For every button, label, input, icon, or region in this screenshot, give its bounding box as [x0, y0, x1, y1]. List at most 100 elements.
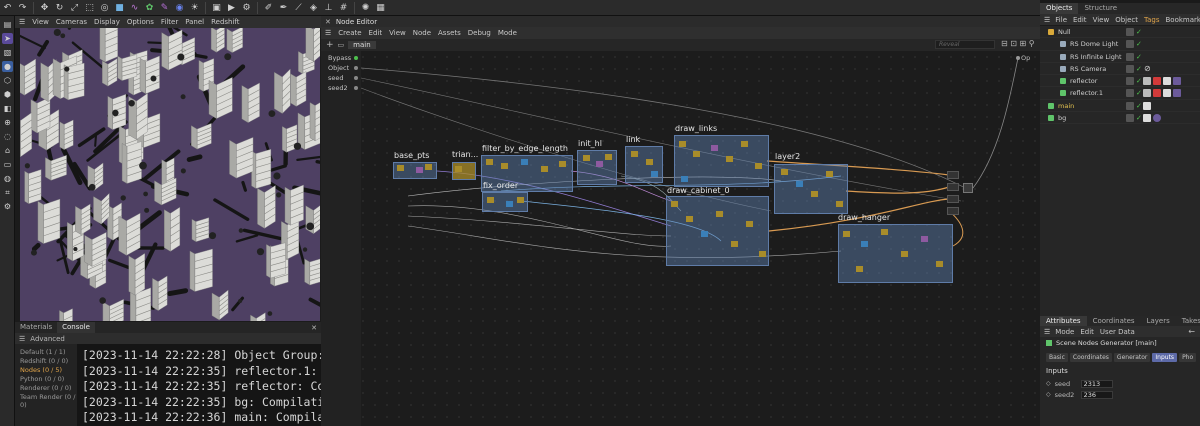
inner-node[interactable]: [881, 229, 888, 235]
inner-node[interactable]: [671, 201, 678, 207]
cube-icon[interactable]: ■: [113, 2, 126, 14]
numeric-icon[interactable]: #: [337, 2, 350, 14]
object-row-main[interactable]: main ✓: [1040, 100, 1200, 113]
move-icon[interactable]: ✥: [38, 2, 51, 14]
check-icon[interactable]: ✓: [1136, 38, 1142, 50]
object-row-rs-camera[interactable]: RS Camera ✓ ⊘: [1040, 63, 1200, 76]
inner-node[interactable]: [681, 176, 688, 182]
back-arrow-icon[interactable]: ←: [1188, 327, 1195, 336]
reveal-search-input[interactable]: Reveal: [935, 40, 995, 49]
ne-menu-create[interactable]: Create: [338, 29, 361, 37]
ne-menu-view[interactable]: View: [389, 29, 406, 37]
viewport-menu-view[interactable]: View: [32, 18, 49, 26]
arrow-icon[interactable]: ➤: [2, 33, 13, 44]
tab-console[interactable]: Console: [57, 322, 95, 333]
visibility-icon[interactable]: [1126, 28, 1134, 36]
ne-menu-edit[interactable]: Edit: [369, 29, 383, 37]
inner-node[interactable]: [425, 164, 432, 170]
console-output[interactable]: [2023-11-14 22:22:28] Object Group: [202…: [77, 344, 321, 426]
visibility-icon[interactable]: [1126, 77, 1134, 86]
menu-icon[interactable]: ☰: [19, 335, 25, 343]
field-icon[interactable]: ◉: [173, 2, 186, 14]
inner-node[interactable]: [506, 201, 513, 207]
subtab-coordinates[interactable]: Coordinates: [1069, 352, 1112, 362]
material-tag-icon[interactable]: [1153, 77, 1161, 86]
tab-objects[interactable]: Objects: [1040, 3, 1079, 14]
tag-icon[interactable]: [1163, 77, 1171, 86]
inner-node[interactable]: [686, 216, 693, 222]
sculpt-icon[interactable]: ✒: [277, 2, 290, 14]
tab-attributes[interactable]: Attributes: [1040, 316, 1087, 326]
protection-tag-icon[interactable]: ⊘: [1144, 63, 1151, 75]
check-icon[interactable]: ✓: [1136, 63, 1142, 75]
check-icon[interactable]: ✓: [1136, 51, 1142, 63]
subtab-photo[interactable]: Pho: [1179, 352, 1197, 362]
tab-coordinates[interactable]: Coordinates: [1087, 316, 1141, 326]
points-mode-icon[interactable]: ●: [2, 61, 13, 72]
inner-node[interactable]: [781, 169, 788, 175]
tab-takes[interactable]: Takes: [1176, 316, 1200, 326]
object-row-reflector-1[interactable]: reflector.1 ✓: [1040, 87, 1200, 100]
deformer-icon[interactable]: ✎: [158, 2, 171, 14]
merge-node[interactable]: [947, 183, 959, 191]
node-group-draw-links[interactable]: [674, 135, 769, 187]
output-port[interactable]: [1016, 56, 1020, 60]
ne-menu-assets[interactable]: Assets: [438, 29, 461, 37]
inner-node[interactable]: [856, 266, 863, 272]
visibility-icon[interactable]: [1126, 89, 1134, 98]
model-mode-icon[interactable]: ▤: [2, 19, 13, 30]
object-row-rs-infinite-light[interactable]: RS Infinite Light ✓: [1040, 51, 1200, 63]
brush-icon[interactable]: ✐: [262, 2, 275, 14]
node-graph-canvas[interactable]: base_pts trian... filter_by_edge_length …: [321, 51, 1040, 426]
inner-node[interactable]: [811, 191, 818, 197]
subtab-inputs[interactable]: Inputs: [1152, 352, 1178, 362]
inner-node[interactable]: [843, 231, 850, 237]
solo-icon[interactable]: ◍: [2, 173, 13, 184]
axis-mode-icon[interactable]: ⊕: [2, 117, 13, 128]
objects-menu-file[interactable]: File: [1055, 16, 1067, 24]
material-tag-icon[interactable]: [1153, 114, 1161, 123]
undo-icon[interactable]: ↶: [1, 2, 14, 14]
ne-menu-node[interactable]: Node: [413, 29, 431, 37]
objects-menu-tags[interactable]: Tags: [1144, 16, 1160, 24]
inner-node[interactable]: [397, 165, 404, 171]
generator-icon[interactable]: ✿: [143, 2, 156, 14]
console-category[interactable]: Redshift (0 / 0): [20, 357, 77, 365]
grid-icon[interactable]: ⌗: [2, 187, 13, 198]
inner-node[interactable]: [701, 231, 708, 237]
seed-input[interactable]: 2313: [1080, 379, 1113, 388]
objects-menu-view[interactable]: View: [1093, 16, 1110, 24]
workplane-icon[interactable]: ▦: [374, 2, 387, 14]
visibility-icon[interactable]: [1126, 40, 1134, 49]
object-row-null[interactable]: Null ✓: [1040, 26, 1200, 39]
close-icon[interactable]: ✕: [311, 324, 317, 332]
inner-node[interactable]: [901, 251, 908, 257]
polygons-mode-icon[interactable]: ⬢: [2, 89, 13, 100]
material-tag-icon[interactable]: [1173, 77, 1181, 86]
inner-node[interactable]: [731, 241, 738, 247]
node-group-draw-cabinet-0[interactable]: [666, 196, 769, 266]
output-merge-node[interactable]: [963, 183, 973, 193]
render-view-icon[interactable]: ▣: [210, 2, 223, 14]
lock-icon[interactable]: ⌂: [2, 145, 13, 156]
check-icon[interactable]: ✓: [1136, 75, 1142, 87]
inner-node[interactable]: [861, 241, 868, 247]
node-group-draw-hanger[interactable]: [838, 224, 953, 283]
visibility-icon[interactable]: [1126, 114, 1134, 123]
object-row-reflector[interactable]: reflector ✓: [1040, 75, 1200, 88]
scale-icon[interactable]: ⤢: [68, 2, 81, 14]
inner-node[interactable]: [646, 159, 653, 165]
inner-node[interactable]: [711, 145, 718, 151]
inner-node[interactable]: [693, 151, 700, 157]
input-port-seed[interactable]: seed: [321, 73, 361, 83]
subtab-basic[interactable]: Basic: [1046, 352, 1068, 362]
inner-node[interactable]: [631, 151, 638, 157]
tag-icon[interactable]: [1143, 114, 1151, 123]
inner-node[interactable]: [741, 141, 748, 147]
inner-node[interactable]: [583, 155, 590, 161]
inner-node[interactable]: [716, 211, 723, 217]
seed2-input[interactable]: 236: [1080, 390, 1113, 399]
menu-icon[interactable]: ☰: [325, 29, 331, 37]
uv-mode-icon[interactable]: ◧: [2, 103, 13, 114]
viewport-menu-cameras[interactable]: Cameras: [56, 18, 87, 26]
